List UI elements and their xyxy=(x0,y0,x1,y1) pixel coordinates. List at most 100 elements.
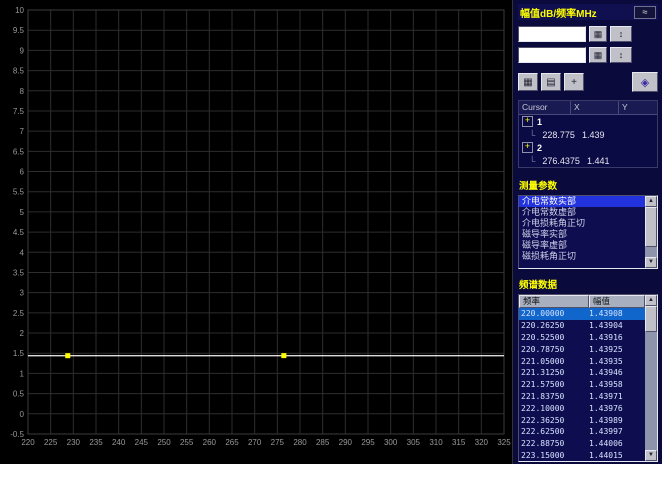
param-list: 介电常数实部介电常数虚部介电损耗角正切磁导率实部磁导率虚部磁损耗角正切 xyxy=(519,196,645,268)
grid-icon: ▦ xyxy=(594,50,603,61)
scrollbar-thumb[interactable] xyxy=(645,207,657,247)
cursor-values: └228.7751.439 xyxy=(519,128,657,141)
scroll-up-icon[interactable]: ▲ xyxy=(645,196,657,207)
svg-text:320: 320 xyxy=(475,438,489,447)
spectrum-row[interactable]: 223.150001.44015 xyxy=(519,450,645,461)
amplitude-cell: 1.43925 xyxy=(589,345,645,354)
pick-button-1[interactable]: ▦ xyxy=(589,26,607,42)
spectrum-row[interactable]: 222.887501.44006 xyxy=(519,438,645,450)
param-item[interactable]: 磁导率实部 xyxy=(519,229,645,240)
value-input-1[interactable] xyxy=(518,26,586,42)
svg-text:5: 5 xyxy=(20,208,25,217)
target-icon: ◈ xyxy=(641,76,649,89)
cursor-list: +1└228.7751.439+2└276.43751.441 xyxy=(519,115,657,167)
adjust-button-1[interactable]: ↕ xyxy=(610,26,632,42)
spectrum-row[interactable]: 222.100001.43976 xyxy=(519,402,645,414)
svg-text:275: 275 xyxy=(271,438,285,447)
param-item[interactable]: 介电损耗角正切 xyxy=(519,218,645,229)
amplitude-cell: 1.43997 xyxy=(589,427,645,436)
grid-icon: ▦ xyxy=(523,77,532,88)
spectrum-row[interactable]: 221.312501.43946 xyxy=(519,367,645,379)
spectrum-row[interactable]: 220.262501.43904 xyxy=(519,320,645,332)
side-panel: 幅值dB/频率MHz ≈ ▦ ↕ ▦ ↕ ▦ ▤ + ◈ Cursor X Y xyxy=(512,0,662,464)
cursor-x-value: 276.4375 xyxy=(542,156,580,166)
cursor-panel: Cursor X Y +1└228.7751.439+2└276.43751.4… xyxy=(518,100,658,168)
expand-icon[interactable]: + xyxy=(522,116,533,127)
layers-button[interactable]: ▤ xyxy=(541,73,561,91)
spectrum-table: 频率 幅值 220.000001.43908220.262501.4390422… xyxy=(518,294,658,462)
amplitude-cell: 1.43935 xyxy=(589,357,645,366)
svg-text:1.5: 1.5 xyxy=(13,349,25,358)
spectrum-row[interactable]: 221.050001.43935 xyxy=(519,355,645,367)
wave-icon: ≈ xyxy=(643,7,648,17)
cursor-node[interactable]: +1 xyxy=(519,115,657,128)
spectrum-row[interactable]: 222.625001.43997 xyxy=(519,426,645,438)
svg-text:0.5: 0.5 xyxy=(13,390,25,399)
scroll-up-icon[interactable]: ▲ xyxy=(645,295,657,306)
spectrum-row[interactable]: 220.000001.43908 xyxy=(519,308,645,320)
amplitude-cell: 1.44006 xyxy=(589,439,645,448)
panel-title-bar: 幅值dB/频率MHz ≈ xyxy=(518,4,658,20)
column-header-amplitude[interactable]: 幅值 xyxy=(589,295,645,308)
scroll-down-icon[interactable]: ▼ xyxy=(645,257,657,268)
column-header-frequency[interactable]: 频率 xyxy=(519,295,589,308)
frequency-cell: 221.05000 xyxy=(519,357,589,366)
cursor-node[interactable]: +2 xyxy=(519,141,657,154)
frequency-cell: 222.62500 xyxy=(519,427,589,436)
layers-icon: ▤ xyxy=(546,77,555,88)
spectrum-row[interactable]: 221.575001.43958 xyxy=(519,379,645,391)
spectrum-scrollbar[interactable]: ▲ ▼ xyxy=(645,295,657,461)
params-section-title: 测量参数 xyxy=(519,178,658,192)
scroll-down-icon[interactable]: ▼ xyxy=(645,450,657,461)
svg-text:235: 235 xyxy=(89,438,103,447)
input-row-1: ▦ ↕ xyxy=(518,26,658,42)
param-item[interactable]: 磁导率虚部 xyxy=(519,240,645,251)
cursor-header-x: X xyxy=(571,101,619,114)
grid-icon: ▦ xyxy=(594,29,603,40)
svg-text:3.5: 3.5 xyxy=(13,268,25,277)
svg-text:8: 8 xyxy=(20,87,25,96)
svg-text:-0.5: -0.5 xyxy=(10,430,24,439)
param-item[interactable]: 磁损耗角正切 xyxy=(519,251,645,262)
svg-text:270: 270 xyxy=(248,438,262,447)
frequency-cell: 221.83750 xyxy=(519,392,589,401)
spectrum-row[interactable]: 221.837501.43971 xyxy=(519,391,645,403)
plot-svg[interactable]: 2202252302352402452502552602652702752802… xyxy=(0,0,512,464)
table-view-button[interactable]: ▦ xyxy=(518,73,538,91)
spectrum-row[interactable]: 222.362501.43989 xyxy=(519,414,645,426)
spectrum-table-body: 220.000001.43908220.262501.43904220.5250… xyxy=(519,308,645,461)
svg-text:0: 0 xyxy=(20,410,25,419)
cursor-add-button[interactable]: + xyxy=(564,73,584,91)
adjust-button-2[interactable]: ↕ xyxy=(610,47,632,63)
measure-button[interactable]: ◈ xyxy=(632,72,658,92)
curve-style-button[interactable]: ≈ xyxy=(634,6,656,19)
spectrum-section-title: 频谱数据 xyxy=(519,277,658,291)
svg-text:10: 10 xyxy=(15,6,24,15)
value-input-2[interactable] xyxy=(518,47,586,63)
frequency-cell: 222.10000 xyxy=(519,404,589,413)
frequency-cell: 220.78750 xyxy=(519,345,589,354)
params-scrollbar[interactable]: ▲ ▼ xyxy=(645,196,657,268)
scrollbar-thumb[interactable] xyxy=(645,306,657,332)
amplitude-cell: 1.43976 xyxy=(589,404,645,413)
svg-text:280: 280 xyxy=(293,438,307,447)
frequency-cell: 221.31250 xyxy=(519,368,589,377)
svg-text:240: 240 xyxy=(112,438,126,447)
svg-text:1: 1 xyxy=(20,369,25,378)
pick-button-2[interactable]: ▦ xyxy=(589,47,607,63)
spectrum-table-header: 频率 幅值 xyxy=(519,295,645,308)
cursor-y-value: 1.441 xyxy=(587,156,610,166)
spectrum-row[interactable]: 220.525001.43916 xyxy=(519,332,645,344)
toolbar: ▦ ▤ + ◈ xyxy=(518,72,658,92)
svg-text:7: 7 xyxy=(20,127,25,136)
updown-icon: ↕ xyxy=(619,29,624,39)
param-item[interactable]: 介电常数实部 xyxy=(519,196,645,207)
svg-text:2.5: 2.5 xyxy=(13,309,25,318)
svg-text:255: 255 xyxy=(180,438,194,447)
panel-title: 幅值dB/频率MHz xyxy=(520,5,597,20)
svg-text:305: 305 xyxy=(407,438,421,447)
spectrum-row[interactable]: 220.787501.43925 xyxy=(519,343,645,355)
expand-icon[interactable]: + xyxy=(522,142,533,153)
svg-text:225: 225 xyxy=(44,438,58,447)
param-item[interactable]: 介电常数虚部 xyxy=(519,207,645,218)
